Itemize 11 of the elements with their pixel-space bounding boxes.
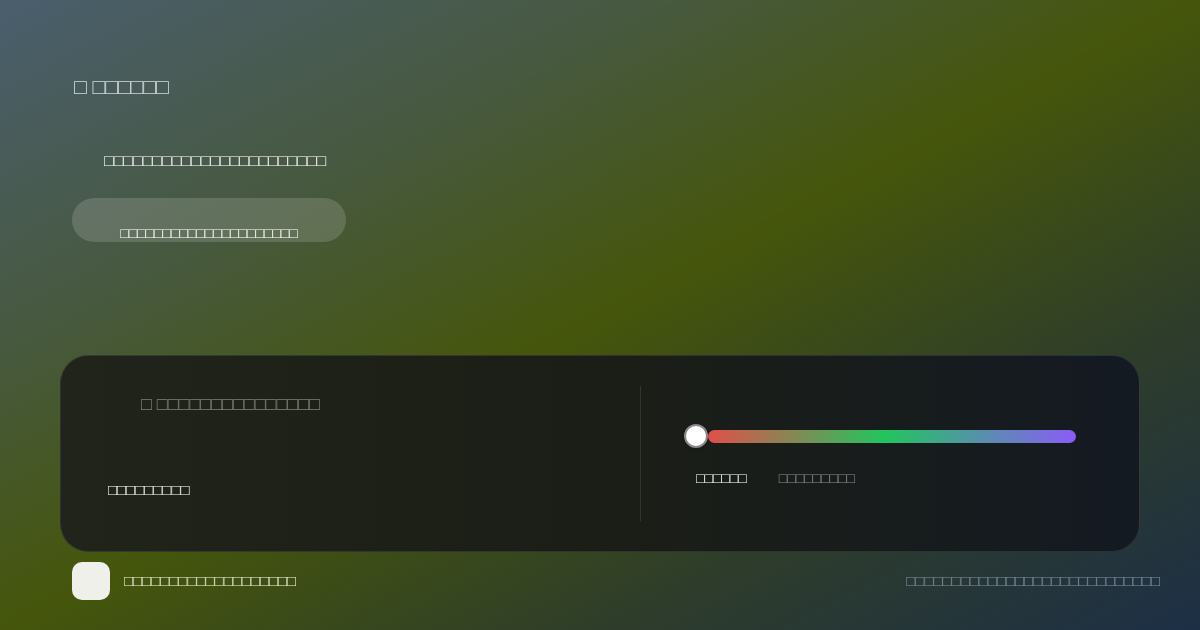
slider-thumb[interactable]	[684, 424, 708, 448]
page-title: □ □□□□□□	[74, 77, 169, 97]
footer-note: □□□□□□□□□□□□□□□□□□□□□□□□□□□□	[906, 571, 1160, 591]
panel-label: □ □□□□□□□□□□□□□□□	[141, 394, 320, 414]
mode-option[interactable]: □□□□□□□□□	[778, 468, 855, 488]
panel-value: □□□□□□□□□	[108, 480, 190, 500]
page-subtitle: □□□□□□□□□□□□□□□□□□□□□□□	[104, 151, 327, 171]
tile-icon	[72, 562, 110, 600]
footer-text: □□□□□□□□□□□□□□□□□□□	[124, 571, 297, 591]
action-button[interactable]: □□□□□□□□□□□□□□□□□□□□□	[72, 198, 346, 242]
mode-option[interactable]: □□□□□□	[696, 468, 747, 488]
